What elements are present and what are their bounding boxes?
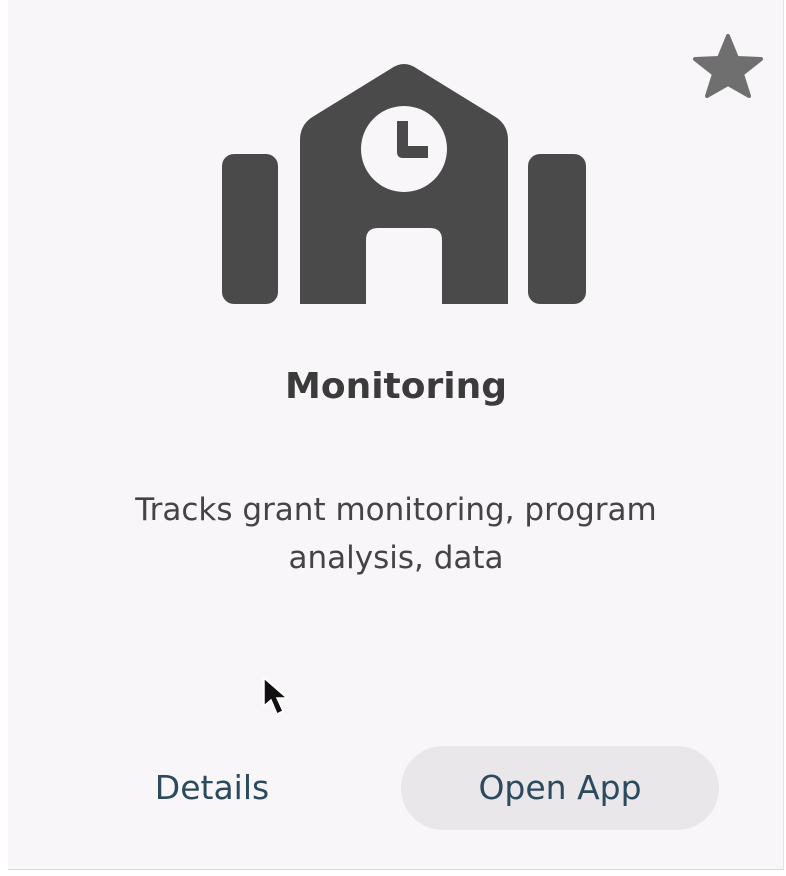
star-icon [693,34,763,98]
school-building-clock-icon [222,62,586,304]
app-description: Tracks grant monitoring, program analysi… [135,492,657,576]
details-button[interactable]: Details [120,754,304,822]
mouse-cursor-icon [262,676,296,718]
app-title: Monitoring [285,366,507,407]
favorite-star-button[interactable] [690,34,766,98]
app-card: Monitoring Tracks grant monitoring, prog… [8,0,784,870]
open-app-button[interactable]: Open App [401,746,719,830]
